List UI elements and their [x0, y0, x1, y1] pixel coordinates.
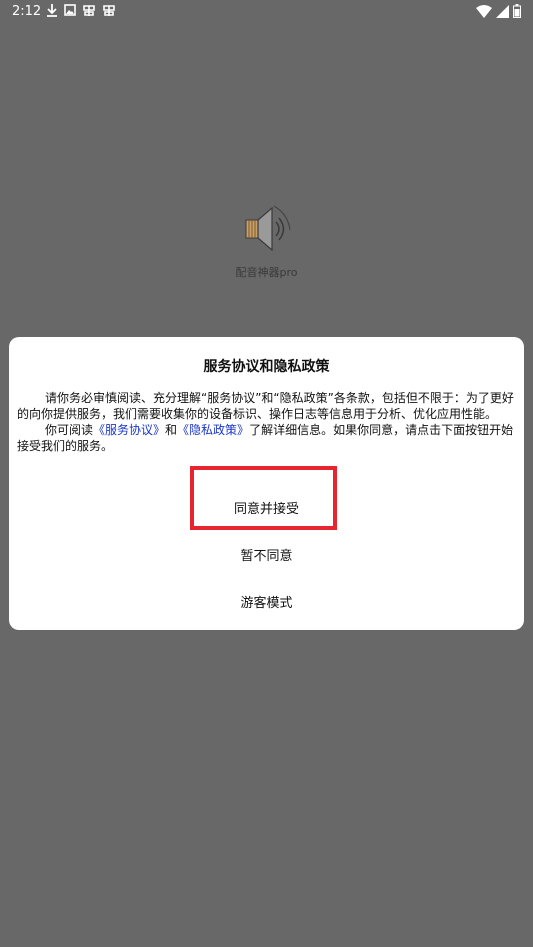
wifi-icon — [476, 4, 492, 18]
privacy-policy-link[interactable]: 《隐私政策》 — [177, 423, 249, 437]
dialog-paragraph-1: 请你务必审慎阅读、充分理解“服务协议”和“隐私政策”各条款，包括但不限于：为了更… — [17, 391, 514, 421]
notification-icons — [46, 3, 116, 17]
para2-and: 和 — [165, 423, 178, 437]
status-bar: 2:12 — [0, 0, 533, 24]
image-icon — [64, 4, 76, 16]
para2-prefix: 你可阅读 — [45, 423, 94, 437]
dialog-body: 请你务必审慎阅读、充分理解“服务协议”和“隐私政策”各条款，包括但不限于：为了更… — [17, 390, 515, 454]
guest-mode-button[interactable]: 游客模式 — [9, 592, 524, 611]
app-name: 配音神器pro — [235, 266, 298, 279]
highlight-box — [190, 466, 337, 530]
speaker-icon — [245, 205, 291, 252]
system-icons — [476, 4, 521, 18]
download-icon — [47, 4, 57, 17]
bug-icon — [103, 5, 115, 16]
decline-button[interactable]: 暂不同意 — [9, 545, 524, 564]
status-time: 2:12 — [12, 4, 42, 19]
battery-icon — [513, 4, 521, 18]
dialog-paragraph-2: 你可阅读《服务协议》和《隐私政策》了解详细信息。如果你同意，请点击下面按钮开始接… — [17, 422, 515, 454]
signal-icon — [496, 4, 509, 18]
bug-icon — [83, 5, 95, 16]
service-agreement-link[interactable]: 《服务协议》 — [93, 423, 165, 437]
dialog-title: 服务协议和隐私政策 — [203, 359, 330, 375]
